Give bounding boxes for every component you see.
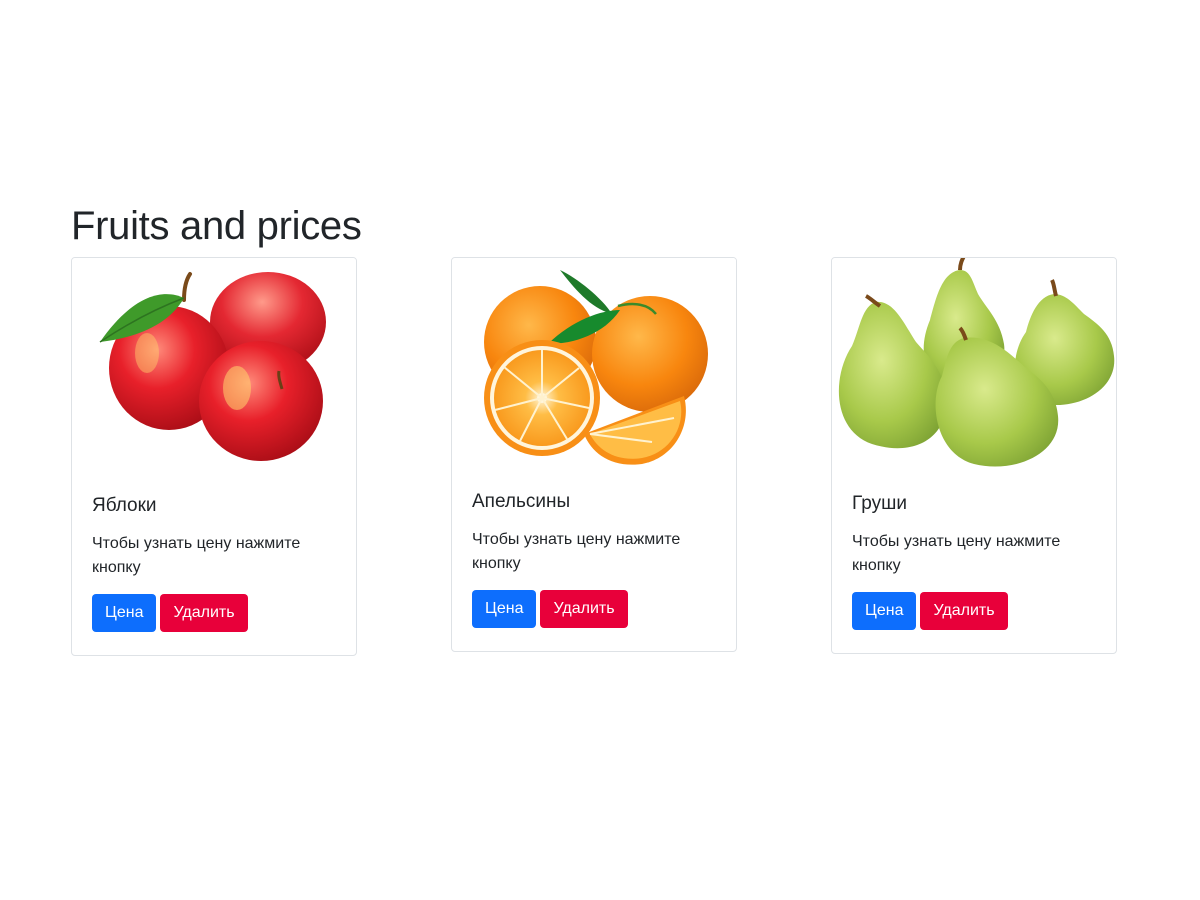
- apples-image: [72, 258, 356, 478]
- card-text: Чтобы узнать цену нажмите кнопку: [92, 535, 301, 576]
- delete-button[interactable]: Удалить: [920, 592, 1008, 630]
- page-title: Fruits and prices: [71, 204, 362, 248]
- card-actions: Цена Удалить: [92, 594, 336, 632]
- oranges-image: [452, 258, 736, 474]
- card-body: Груши Чтобы узнать цену нажмите кнопку Ц…: [832, 476, 1116, 650]
- fruit-card-apples: Яблоки Чтобы узнать цену нажмите кнопку …: [71, 257, 357, 656]
- delete-button[interactable]: Удалить: [540, 590, 628, 628]
- fruit-card-pears: Груши Чтобы узнать цену нажмите кнопку Ц…: [831, 257, 1117, 654]
- price-button[interactable]: Цена: [472, 590, 537, 628]
- price-button[interactable]: Цена: [92, 594, 157, 632]
- card-body: Апельсины Чтобы узнать цену нажмите кноп…: [452, 474, 736, 648]
- card-text: Чтобы узнать цену нажмите кнопку: [852, 533, 1061, 574]
- card-body: Яблоки Чтобы узнать цену нажмите кнопку …: [72, 478, 356, 652]
- card-actions: Цена Удалить: [472, 590, 716, 628]
- pears-image: [832, 258, 1116, 476]
- card-title: Груши: [852, 493, 907, 514]
- card-actions: Цена Удалить: [852, 592, 1096, 630]
- card-title: Апельсины: [472, 491, 571, 512]
- delete-button[interactable]: Удалить: [160, 594, 248, 632]
- price-button[interactable]: Цена: [852, 592, 917, 630]
- card-title: Яблоки: [92, 495, 157, 516]
- page: Fruits and prices Яблоки Чтобы узнать це…: [0, 0, 1200, 900]
- fruit-card-oranges: Апельсины Чтобы узнать цену нажмите кноп…: [451, 257, 737, 652]
- card-text: Чтобы узнать цену нажмите кнопку: [472, 531, 681, 572]
